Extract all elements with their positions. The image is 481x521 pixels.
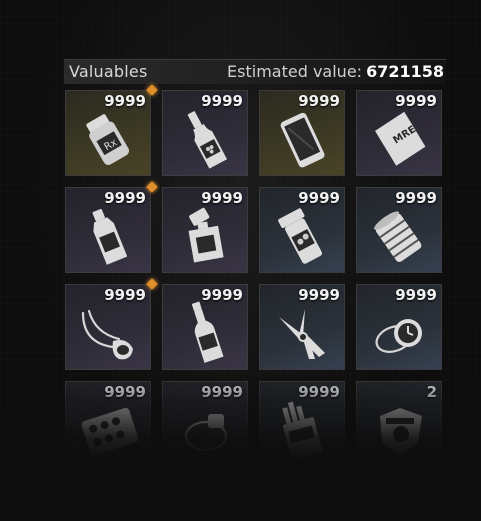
inventory-slot-liquor-bottle[interactable]: 9999 bbox=[65, 187, 151, 273]
inventory-slot-perfume[interactable]: 9999 bbox=[162, 187, 248, 273]
inventory-slot-smartphone[interactable]: 9999 bbox=[259, 90, 345, 176]
beer-bottle-icon bbox=[191, 301, 224, 363]
inventory-slot-tin-can[interactable]: 9999 bbox=[356, 187, 442, 273]
smartphone-icon bbox=[280, 112, 325, 168]
pill-blister-icon bbox=[81, 407, 139, 456]
inventory-slot-cigarette-pack[interactable]: 9999 bbox=[259, 381, 345, 467]
inventory-slot-beer-bottle[interactable]: 9999 bbox=[162, 284, 248, 370]
inventory-slot-pill-bottle[interactable]: 9999 Rx bbox=[65, 90, 151, 176]
inventory-slot-medicine-jar[interactable]: 9999 bbox=[259, 187, 345, 273]
inventory-slot-wristwatch[interactable]: 9999 bbox=[356, 284, 442, 370]
estimated-value: Estimated value: 6721158 bbox=[227, 62, 444, 81]
mre-ration-icon: MRE bbox=[375, 111, 426, 166]
inventory-slot-mre[interactable]: 9999 MRE bbox=[356, 90, 442, 176]
inventory-slot-multitool[interactable]: 9999 bbox=[259, 284, 345, 370]
police-badge-icon bbox=[380, 408, 422, 456]
tin-can-icon bbox=[374, 211, 422, 262]
estimated-value-number: 6721158 bbox=[366, 62, 444, 81]
medicine-jar-icon bbox=[278, 208, 323, 264]
perfume-bottle-icon bbox=[188, 207, 224, 263]
valuables-panel: Valuables Estimated value: 6721158 bbox=[64, 59, 446, 84]
estimated-value-label: Estimated value: bbox=[227, 62, 363, 81]
pill-bottle-rx-icon: Rx bbox=[86, 114, 130, 165]
wristwatch-icon bbox=[375, 319, 422, 353]
multitool-icon bbox=[279, 309, 325, 359]
liquor-bottle-icon bbox=[92, 208, 128, 265]
inventory-slot-necklace[interactable]: 9999 bbox=[65, 284, 151, 370]
panel-title: Valuables bbox=[69, 62, 148, 81]
ring-icon bbox=[184, 414, 228, 452]
inventory-slot-ring[interactable]: 9999 bbox=[162, 381, 248, 467]
inventory-slot-wine-bottle[interactable]: 9999 bbox=[162, 90, 248, 176]
wine-bottle-icon bbox=[187, 111, 228, 169]
inventory-slot-pill-blister[interactable]: 9999 bbox=[65, 381, 151, 467]
panel-header: Valuables Estimated value: 6721158 bbox=[64, 59, 446, 84]
necklace-icon bbox=[81, 309, 133, 360]
inventory-slot-police-badge[interactable]: 2 bbox=[356, 381, 442, 467]
cigarette-pack-icon bbox=[282, 401, 323, 460]
